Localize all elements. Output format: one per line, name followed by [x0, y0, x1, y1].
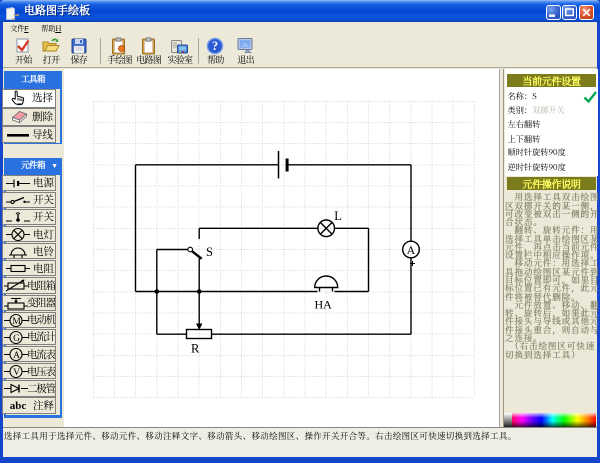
svg-text:S: S	[206, 245, 213, 259]
svg-text:R: R	[191, 342, 200, 356]
svg-text:?: ?	[212, 39, 218, 53]
svg-text:L: L	[334, 209, 342, 223]
svg-text:HA: HA	[315, 298, 333, 312]
svg-text:A: A	[407, 243, 416, 257]
